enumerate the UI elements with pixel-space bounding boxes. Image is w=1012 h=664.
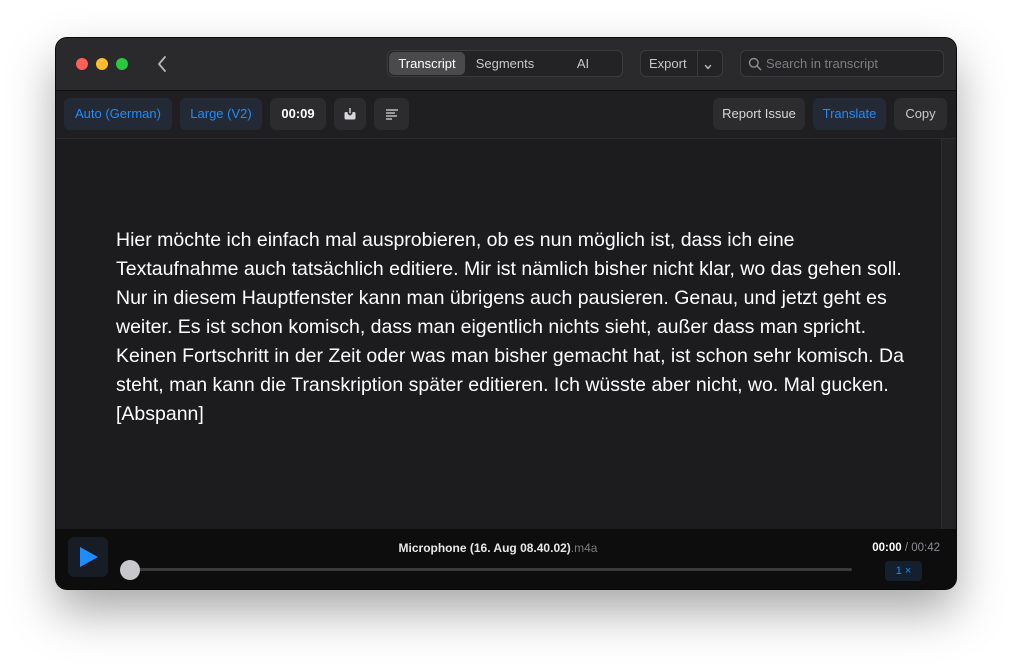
- audio-player: Microphone (16. Aug 08.40.02).m4a 00:00 …: [56, 529, 956, 589]
- tab-segments[interactable]: Segments: [466, 52, 544, 75]
- total-time: 00:42: [911, 542, 940, 554]
- export-label: Export: [649, 56, 687, 71]
- model-button[interactable]: Large (V2): [180, 98, 262, 130]
- minimize-window-button[interactable]: [96, 58, 108, 70]
- scrubber-handle[interactable]: [120, 560, 140, 580]
- app-window: Transcript Segments AI Export Aut: [56, 38, 956, 589]
- tab-transcript[interactable]: Transcript: [389, 52, 465, 75]
- format-button[interactable]: [374, 98, 409, 130]
- time-display: 00:00 / 00:42: [872, 542, 940, 554]
- download-tray-icon: [344, 108, 356, 120]
- title-bar: Transcript Segments AI Export: [56, 38, 956, 91]
- time-separator: /: [901, 542, 912, 554]
- tab-ai[interactable]: AI: [545, 52, 621, 75]
- current-time: 00:00: [872, 542, 902, 554]
- search-field[interactable]: [740, 50, 944, 77]
- text-align-left-icon: [385, 109, 398, 120]
- chevron-down-icon: [704, 64, 712, 70]
- export-menu-button[interactable]: [703, 59, 713, 77]
- search-input[interactable]: [766, 51, 938, 76]
- transcript-area: Hier möchte ich einfach mal ausprobieren…: [56, 139, 956, 529]
- translate-button[interactable]: Translate: [813, 98, 886, 130]
- zoom-window-button[interactable]: [116, 58, 128, 70]
- scrollbar[interactable]: [941, 139, 956, 529]
- view-segmented-control: Transcript Segments AI: [387, 50, 623, 77]
- search-icon: [748, 57, 762, 76]
- export-divider: [697, 51, 698, 76]
- duration-label: 00:09: [270, 98, 326, 130]
- file-title: Microphone (16. Aug 08.40.02).m4a: [56, 541, 940, 555]
- report-issue-button[interactable]: Report Issue: [713, 98, 805, 130]
- close-window-button[interactable]: [76, 58, 88, 70]
- copy-button[interactable]: Copy: [894, 98, 947, 130]
- export-button[interactable]: Export: [640, 50, 723, 77]
- file-extension: .m4a: [570, 541, 598, 555]
- language-button[interactable]: Auto (German): [64, 98, 172, 130]
- save-button[interactable]: [334, 98, 366, 130]
- transcript-text[interactable]: Hier möchte ich einfach mal ausprobieren…: [116, 226, 906, 429]
- progress-track[interactable]: [130, 568, 852, 571]
- transcript-toolbar: Auto (German) Large (V2) 00:09 Report Is…: [56, 91, 956, 139]
- playback-speed-button[interactable]: 1 ×: [885, 561, 922, 581]
- chevron-left-icon: [158, 56, 166, 72]
- back-button[interactable]: [154, 52, 172, 76]
- file-name: Microphone (16. Aug 08.40.02): [398, 541, 571, 555]
